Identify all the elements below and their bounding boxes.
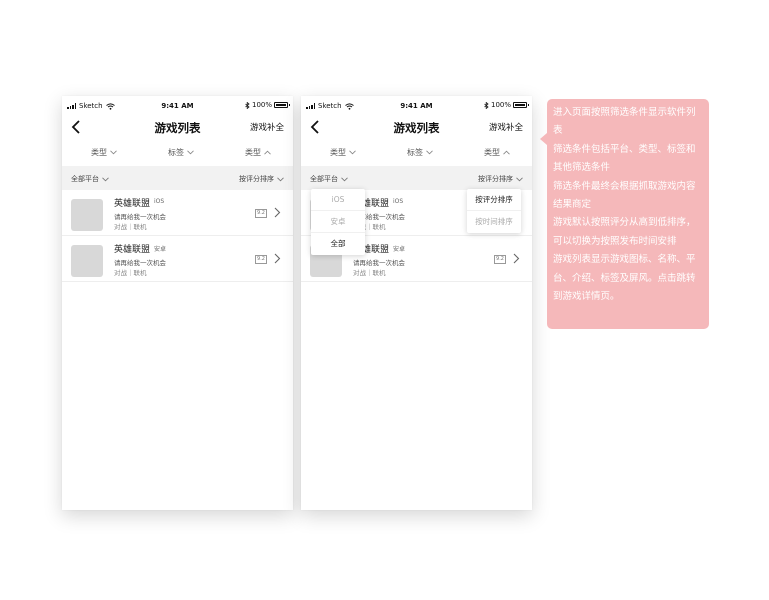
chevron-down-icon (277, 176, 284, 181)
note-line: 游戏列表显示游戏图标、名称、平台、介绍、标签及屏风。点击跳转到游戏详情页。 (553, 254, 696, 303)
chevron-down-icon (102, 176, 109, 181)
game-desc: 请再给我一次机会 (114, 213, 166, 221)
platform-option-all[interactable]: 全部 (311, 233, 365, 255)
status-bar: Sketch 9:41 AM 100% (62, 96, 293, 116)
filter-type-2[interactable]: 类型 (484, 147, 510, 158)
filter-bar: 类型 标签 类型 (62, 140, 293, 164)
note-line: 筛选条件包括平台、类型、标签和其他筛选条件 (553, 143, 696, 174)
game-score: 9.2 (255, 255, 267, 264)
chevron-up-icon (264, 150, 271, 155)
filter-bar: 类型 标签 类型 (301, 140, 532, 164)
game-score: 9.2 (255, 209, 267, 218)
game-tags: 对战｜联机 (114, 269, 147, 277)
platform-dropdown: iOS 安卓 全部 (311, 189, 365, 255)
chevron-down-icon (341, 176, 348, 181)
game-name: 英雄联盟 (114, 245, 151, 255)
game-desc: 请再给我一次机会 (114, 259, 166, 267)
game-tags: 对战｜联机 (353, 269, 386, 277)
game-list-item[interactable]: 英雄联盟 安卓 请再给我一次机会 对战｜联机 9.2 (62, 236, 293, 282)
platform-option-ios[interactable]: iOS (311, 189, 365, 211)
game-platform: 安卓 (393, 246, 406, 253)
sort-bar: 全部平台 按评分排序 (301, 166, 532, 190)
chevron-down-icon (516, 176, 523, 181)
nav-bar: 游戏列表 游戏补全 (301, 116, 532, 140)
filter-tag[interactable]: 标签 (407, 147, 433, 158)
sort-dropdown: 按评分排序 按时间排序 (467, 189, 521, 233)
platform-option-android[interactable]: 安卓 (311, 211, 365, 233)
status-bar: Sketch 9:41 AM 100% (301, 96, 532, 116)
chevron-up-icon (503, 150, 510, 155)
game-desc: 请再给我一次机会 (353, 259, 405, 267)
sort-option-score[interactable]: 按评分排序 (467, 189, 521, 211)
note-line: 游戏默认按照评分从高到低排序，可以切换为按照发布时间安排 (553, 217, 696, 247)
note-line: 筛选条件最终会根据抓取游戏内容结果商定 (553, 180, 696, 211)
battery-icon (274, 102, 290, 108)
chevron-down-icon (349, 150, 356, 155)
game-list: 英雄联盟 iOS 请再给我一次机会 对战｜联机 9.2 英雄联盟 安卓 请再给我… (62, 190, 293, 282)
sort-selector[interactable]: 按评分排序 (478, 174, 523, 184)
battery-label: 100% (251, 101, 272, 109)
platform-filter[interactable]: 全部平台 (310, 174, 348, 184)
game-icon (71, 245, 103, 277)
filter-tag[interactable]: 标签 (168, 147, 194, 158)
annotation-note: 进入页面按照筛选条件显示软件列表 筛选条件包括平台、类型、标签和其他筛选条件 筛… (540, 99, 709, 329)
game-score: 9.2 (494, 255, 506, 264)
game-list-item[interactable]: 英雄联盟 iOS 请再给我一次机会 对战｜联机 9.2 (62, 190, 293, 236)
sort-selector[interactable]: 按评分排序 (239, 174, 284, 184)
game-name: 英雄联盟 (114, 199, 151, 209)
game-platform: 安卓 (154, 246, 167, 253)
chevron-right-icon (513, 253, 520, 264)
chevron-right-icon (274, 253, 281, 264)
game-platform: iOS (393, 198, 404, 205)
chevron-down-icon (110, 150, 117, 155)
platform-filter[interactable]: 全部平台 (71, 174, 109, 184)
chevron-down-icon (426, 150, 433, 155)
nav-bar: 游戏列表 游戏补全 (62, 116, 293, 140)
chevron-down-icon (187, 150, 194, 155)
phone-screen-dropdowns: Sketch 9:41 AM 100% 游戏列表 游戏补全 类型 标签 类型 全 (301, 96, 532, 510)
phone-screen-default: Sketch 9:41 AM 100% 游戏列表 游戏补全 类型 标签 类型 全 (62, 96, 293, 510)
sort-option-time[interactable]: 按时间排序 (467, 211, 521, 233)
battery-label: 100% (490, 101, 511, 109)
sort-bar: 全部平台 按评分排序 (62, 166, 293, 190)
filter-type[interactable]: 类型 (330, 147, 356, 158)
filter-type-2[interactable]: 类型 (245, 147, 271, 158)
game-tags: 对战｜联机 (114, 223, 147, 231)
game-platform: iOS (154, 198, 165, 205)
chevron-right-icon (274, 207, 281, 218)
game-complete-button[interactable]: 游戏补全 (250, 121, 284, 133)
battery-icon (513, 102, 529, 108)
bluetooth-icon (484, 101, 489, 109)
game-complete-button[interactable]: 游戏补全 (489, 121, 523, 133)
bluetooth-icon (245, 101, 250, 109)
note-line: 进入页面按照筛选条件显示软件列表 (553, 107, 696, 137)
filter-type[interactable]: 类型 (91, 147, 117, 158)
game-icon (71, 199, 103, 231)
